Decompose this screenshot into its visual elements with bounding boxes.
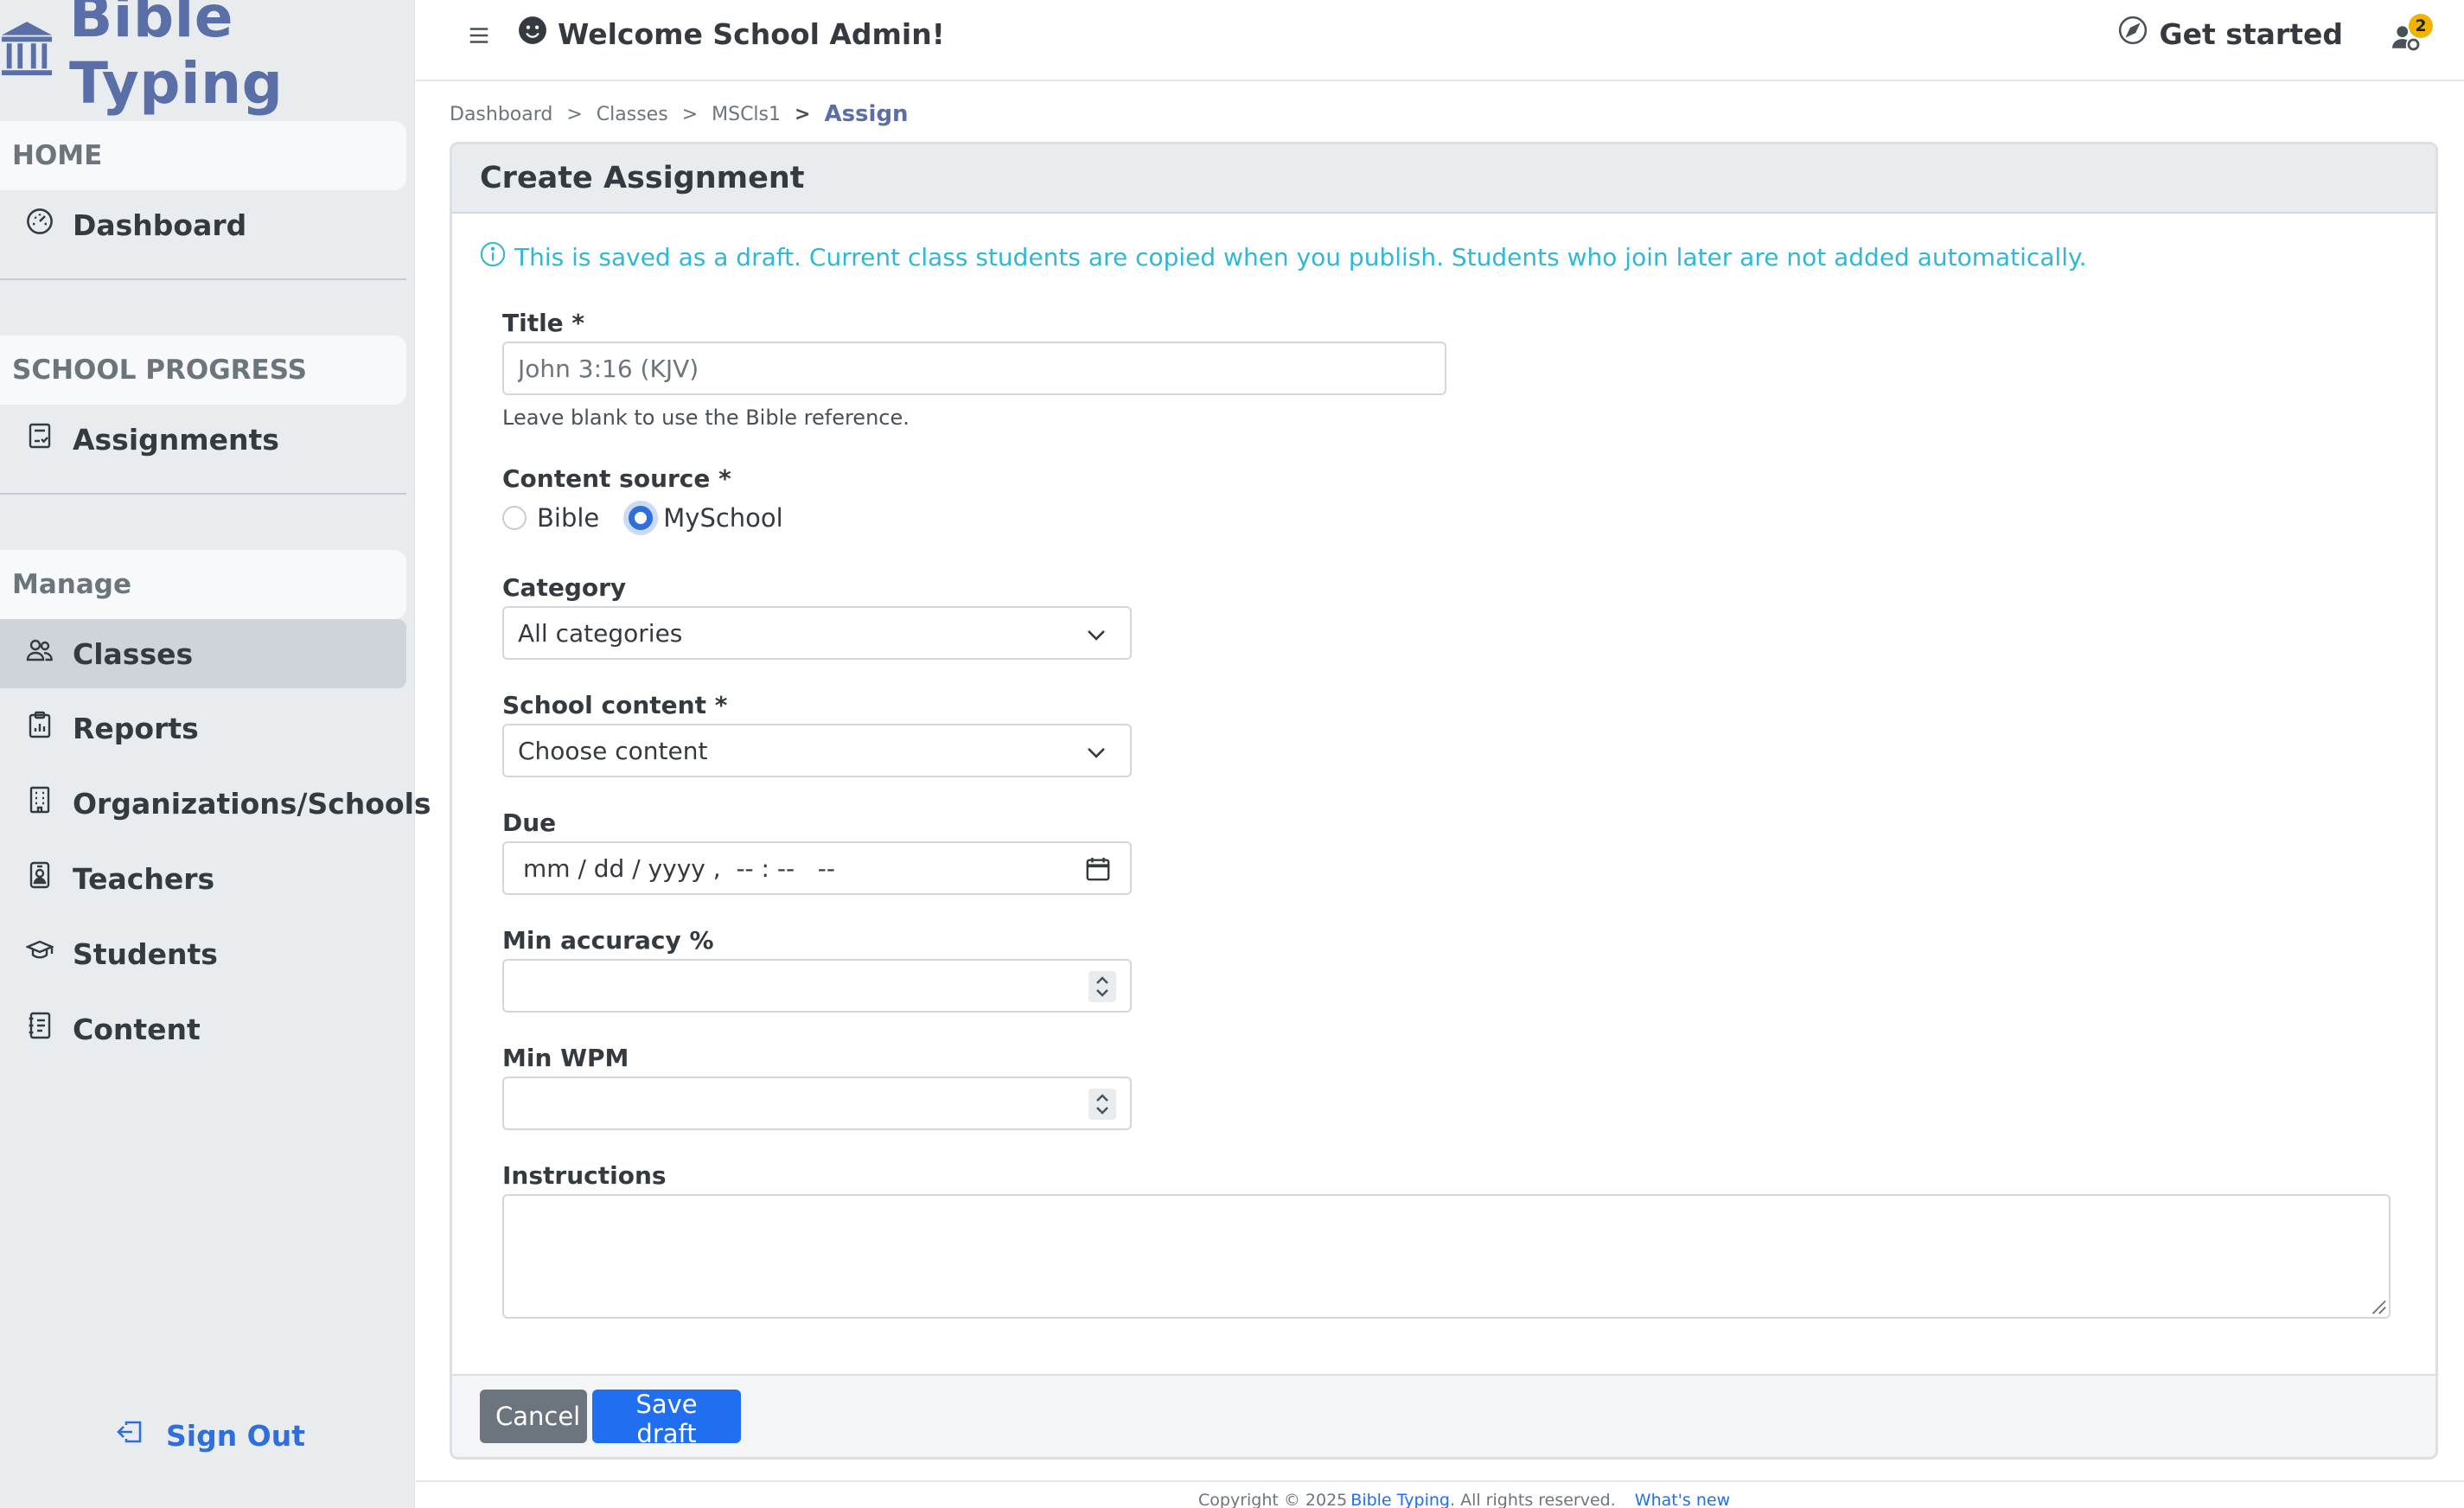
whats-new-link[interactable]: What's new (1635, 1491, 1730, 1508)
school-content-label: School content * (502, 691, 728, 719)
min-wpm-label: Min WPM (502, 1044, 629, 1072)
people-icon (26, 636, 54, 671)
graduation-cap-icon (24, 936, 55, 971)
teacher-badge-icon (26, 861, 54, 896)
welcome-text: Welcome School Admin! (558, 16, 945, 51)
brand-name: Bible Typing (69, 0, 284, 117)
bank-logo-icon (0, 20, 54, 80)
sidebar-item-assignments[interactable]: Assignments (0, 405, 406, 474)
breadcrumb-separator: > (795, 103, 811, 125)
sidebar-item-label: Organizations/Schools (73, 786, 431, 821)
school-content-select[interactable]: Choose content (502, 724, 1132, 777)
sidebar-item-label: Teachers (73, 861, 215, 896)
radio-bible-circle[interactable] (502, 506, 527, 530)
footer-rights-text: . All rights reserved. (1450, 1491, 1616, 1508)
radio-bible-label: Bible (537, 503, 600, 533)
sign-out-label: Sign Out (166, 1418, 306, 1453)
welcome-message: Welcome School Admin! (518, 16, 945, 52)
content-source-label: Content source * (502, 464, 731, 493)
compass-icon (2118, 16, 2148, 52)
building-icon (26, 786, 54, 821)
section-home: HOME (0, 121, 406, 190)
cancel-button[interactable]: Cancel (480, 1390, 587, 1443)
sidebar-item-label: Content (73, 1012, 201, 1046)
footer-brand-link[interactable]: Bible Typing (1350, 1491, 1450, 1508)
breadcrumb-separator: > (566, 103, 583, 125)
get-started-button[interactable]: Get started (2118, 16, 2343, 52)
breadcrumb-separator: > (681, 103, 699, 125)
box-arrow-in-left-icon (116, 1418, 144, 1453)
create-assignment-card: Create Assignment This is saved as a dra… (450, 142, 2438, 1460)
draft-info-alert: This is saved as a draft. Current class … (480, 241, 2087, 273)
section-school-progress: SCHOOL PROGRESS (0, 335, 406, 405)
sidebar-item-label: Dashboard (73, 208, 247, 242)
sidebar-item-label: Assignments (73, 422, 279, 457)
sidebar-item-content[interactable]: Content (0, 994, 406, 1064)
user-notifications-button[interactable]: 2 (2391, 14, 2433, 54)
radio-myschool[interactable]: MySchool (629, 503, 783, 533)
page-footer: Copyright © 2025 Bible Typing. All right… (416, 1480, 2464, 1508)
notification-badge: 2 (2409, 14, 2433, 38)
radio-myschool-label: MySchool (663, 503, 783, 533)
sidebar: Bible Typing HOME Dashboard SCHOOL PROGR… (0, 0, 431, 1508)
number-spinner-icon[interactable] (1088, 971, 1116, 1002)
category-label: Category (502, 573, 627, 602)
title-input[interactable] (502, 342, 1446, 395)
sidebar-item-label: Students (73, 936, 218, 971)
sidebar-item-classes[interactable]: Classes (0, 619, 406, 688)
copyright-text: Copyright © 2025 (1198, 1491, 1348, 1508)
breadcrumb-class[interactable]: MSCls1 (712, 104, 781, 125)
breadcrumb: Dashboard > Classes > MSCls1 > Assign (450, 97, 909, 131)
breadcrumb-dashboard[interactable]: Dashboard (450, 104, 552, 125)
footer-text: Copyright © 2025 Bible Typing. All right… (1198, 1491, 1730, 1508)
instructions-textarea[interactable] (502, 1194, 2391, 1319)
sign-out-button[interactable]: Sign Out (116, 1418, 305, 1453)
sidebar-item-label: Classes (73, 636, 194, 671)
radio-bible[interactable]: Bible (502, 503, 599, 533)
min-accuracy-input[interactable] (502, 959, 1132, 1013)
number-spinner-icon[interactable] (1088, 1089, 1116, 1120)
min-accuracy-label: Min accuracy % (502, 926, 714, 955)
get-started-label: Get started (2159, 16, 2343, 51)
reports-clipboard-icon (26, 711, 54, 745)
title-label: Title * (502, 309, 585, 337)
instructions-label: Instructions (502, 1161, 667, 1190)
card-footer: Cancel Save draft (452, 1374, 2435, 1457)
save-draft-button[interactable]: Save draft (592, 1390, 741, 1448)
hamburger-menu-icon[interactable] (466, 22, 492, 48)
breadcrumb-classes[interactable]: Classes (597, 104, 668, 125)
assignments-checklist-icon (26, 422, 54, 457)
radio-myschool-circle[interactable] (629, 506, 654, 530)
section-manage: Manage (0, 550, 406, 619)
sidebar-divider (0, 278, 406, 280)
sidebar-item-label: Reports (73, 711, 199, 745)
sidebar-item-reports[interactable]: Reports (0, 693, 406, 763)
category-selected-value: All categories (518, 618, 683, 648)
brand[interactable]: Bible Typing (0, 0, 414, 117)
min-wpm-input[interactable] (502, 1077, 1132, 1130)
category-select[interactable]: All categories (502, 606, 1132, 660)
journal-text-icon (26, 1012, 54, 1046)
draft-info-text: This is saved as a draft. Current class … (514, 243, 2087, 272)
card-title: Create Assignment (452, 144, 2435, 214)
resize-handle-icon[interactable] (2368, 1296, 2387, 1315)
topbar: Welcome School Admin! Get started 2 (416, 0, 2464, 81)
info-circle-icon (480, 241, 506, 273)
school-content-selected-value: Choose content (518, 736, 708, 765)
title-help-text: Leave blank to use the Bible reference. (502, 406, 910, 430)
sidebar-item-dashboard[interactable]: Dashboard (0, 190, 406, 259)
sidebar-item-organizations[interactable]: Organizations/Schools (0, 769, 431, 838)
content-source-radio-group: Bible MySchool (502, 501, 783, 535)
dashboard-gauge-icon (26, 208, 54, 242)
sidebar-item-teachers[interactable]: Teachers (0, 844, 406, 913)
breadcrumb-current: Assign (824, 101, 909, 127)
due-placeholder: mm / dd / yyyy , -- : -- -- (523, 853, 836, 883)
sidebar-divider (0, 493, 406, 495)
sidebar-item-students[interactable]: Students (0, 919, 406, 988)
smiley-icon (518, 16, 547, 52)
due-datetime-input[interactable]: mm / dd / yyyy , -- : -- -- (502, 841, 1132, 895)
due-label: Due (502, 808, 557, 837)
